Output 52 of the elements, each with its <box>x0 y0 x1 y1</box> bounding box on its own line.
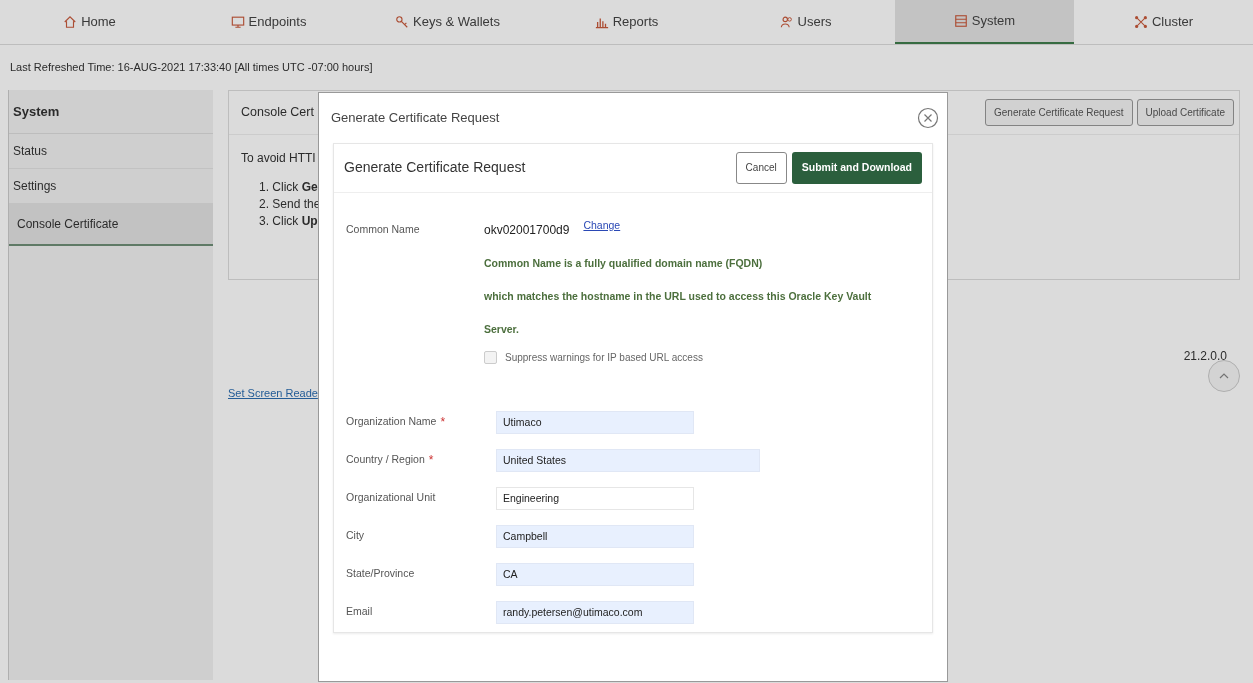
checkbox[interactable] <box>484 350 497 364</box>
checkbox-label: Suppress warnings for IP based URL access <box>505 350 703 365</box>
field-label: Common Name <box>346 221 421 237</box>
nav-tab[interactable]: Users <box>716 0 895 44</box>
version-text: 21.2.0.0 <box>1183 347 1227 365</box>
intro-text: To avoid HTTI <box>241 149 316 167</box>
key-icon <box>395 15 410 29</box>
cluster-icon <box>1133 15 1148 29</box>
common-name-value: okv02001700d9 <box>484 221 570 239</box>
scroll-top-button[interactable] <box>1208 359 1240 392</box>
server-icon <box>953 14 968 28</box>
input-field[interactable]: Utimaco <box>496 410 694 434</box>
required-mark: * <box>428 452 434 470</box>
help-text: Common Name is a fully qualified domain name (FQDN) which matches the hostname in the URL used to access this Oracle Key Vault Server. <box>484 255 873 337</box>
nav-tab[interactable]: Reports <box>537 0 716 44</box>
input-field[interactable]: Engineering <box>496 486 694 510</box>
refreshed-time: Last Refreshed Time: 16-AUG-2021 17:33:40 [All times UTC -07:00 hours] <box>9 60 374 75</box>
field-label: Organizational Unit <box>346 490 436 506</box>
field-label: Organization Name <box>346 414 437 430</box>
nav-tab[interactable]: Cluster <box>1074 0 1253 44</box>
input-field[interactable]: United States <box>496 448 760 472</box>
field-label: Country / Region <box>346 452 425 468</box>
step-text: 3. Click Up <box>259 212 318 230</box>
sidebar-item[interactable]: Console Certificate <box>9 204 213 246</box>
close-button[interactable] <box>917 107 939 129</box>
users-icon <box>779 15 794 29</box>
sidebar-item[interactable]: Status <box>9 134 213 169</box>
required-mark: * <box>440 414 446 432</box>
panel-button[interactable]: Upload Certificate <box>1136 98 1234 126</box>
step-text: 1. Click Ge <box>259 178 318 196</box>
cancel-button[interactable]: Cancel <box>735 152 787 184</box>
nav-tab[interactable]: System <box>895 0 1074 44</box>
monitor-icon <box>230 15 245 29</box>
nav-tab[interactable]: Endpoints <box>179 0 358 44</box>
field-label: State/Province <box>346 566 415 582</box>
modal-title: Generate Certificate Request <box>331 109 500 128</box>
panel-title: Console Cert <box>241 103 314 121</box>
input-field[interactable]: CA <box>496 562 694 586</box>
sidebar-title: System <box>9 89 213 134</box>
form-title: Generate Certificate Request <box>344 158 526 178</box>
input-field[interactable]: randy.petersen@utimaco.com <box>496 600 694 624</box>
home-icon <box>63 15 78 29</box>
submit-button[interactable]: Submit and Download <box>791 152 922 184</box>
input-field[interactable]: Campbell <box>496 524 694 548</box>
chevron-up-icon <box>1219 372 1229 379</box>
nav-tab[interactable]: Home <box>0 0 179 44</box>
field-label: Email <box>346 604 373 620</box>
panel-button[interactable]: Generate Certificate Request <box>985 98 1133 126</box>
screen-reader-link[interactable]: Set Screen Reade <box>228 384 318 401</box>
field-label: City <box>346 528 365 544</box>
nav-tab[interactable]: Keys & Wallets <box>358 0 537 44</box>
change-link[interactable]: Change <box>583 217 621 234</box>
